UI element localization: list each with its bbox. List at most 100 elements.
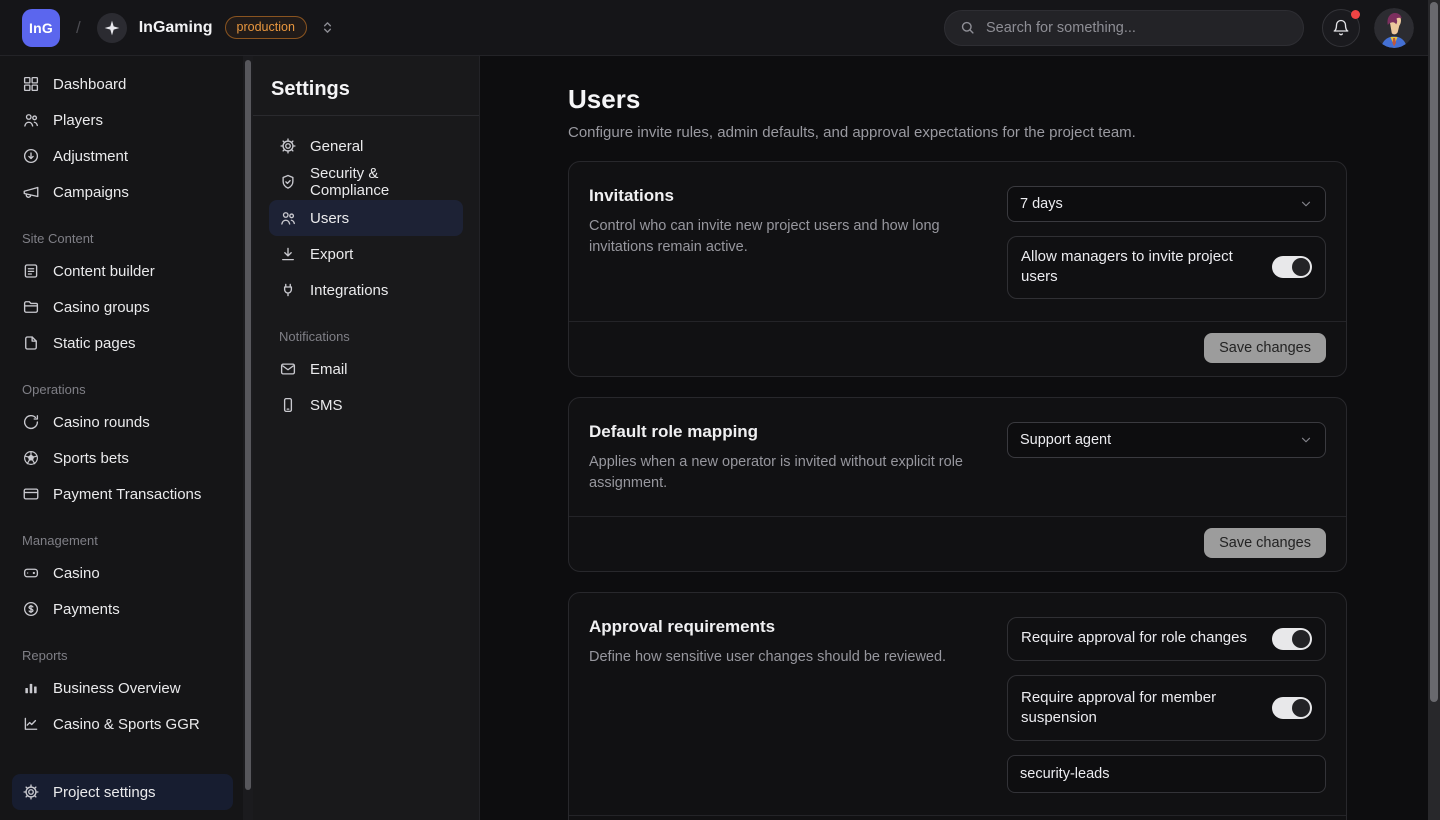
- window-scrollbar-thumb[interactable]: [1430, 2, 1438, 702]
- sidebar-section-site-content: Site Content: [22, 231, 233, 246]
- shield-check-icon: [279, 173, 297, 191]
- default-role-select[interactable]: Support agent: [1007, 422, 1326, 458]
- campaigns-icon: [22, 183, 40, 201]
- main-content: Users Configure invite rules, admin defa…: [480, 56, 1440, 820]
- sidebar-item-label: Adjustment: [53, 148, 128, 165]
- breadcrumb-separator: /: [76, 18, 81, 38]
- settings-item-label: Security & Compliance: [310, 165, 453, 199]
- sidebar-item-casino-rounds[interactable]: Casino rounds: [12, 404, 233, 440]
- default-role-value: Support agent: [1020, 432, 1111, 448]
- sidebar-item-payment-transactions[interactable]: Payment Transactions: [12, 476, 233, 512]
- sidebar-item-players[interactable]: Players: [12, 102, 233, 138]
- sidebar-scrollbar-thumb[interactable]: [245, 60, 251, 790]
- user-avatar[interactable]: [1374, 8, 1414, 48]
- notifications-button[interactable]: [1322, 9, 1360, 47]
- sidebar-item-casino[interactable]: Casino: [12, 555, 233, 591]
- sidebar-scrollbar-track[interactable]: [243, 56, 253, 820]
- invite-expiry-value: 7 days: [1020, 196, 1063, 212]
- sidebar-item-sports-bets[interactable]: Sports bets: [12, 440, 233, 476]
- content-builder-icon: [22, 262, 40, 280]
- casino-icon: [22, 564, 40, 582]
- settings-section-notifications: Notifications: [279, 329, 463, 344]
- approver-group-input[interactable]: [1007, 755, 1326, 793]
- default-role-card: Default role mapping Applies when a new …: [568, 397, 1347, 572]
- project-switcher-button[interactable]: [319, 19, 336, 36]
- settings-item-integrations[interactable]: Integrations: [269, 272, 463, 308]
- settings-item-label: Export: [310, 246, 353, 263]
- adjustment-icon: [22, 147, 40, 165]
- toggle-knob: [1292, 258, 1310, 276]
- managers-invite-label: Allow managers to invite project users: [1021, 247, 1258, 288]
- member-suspension-approval-toggle[interactable]: [1272, 697, 1312, 719]
- sidebar-section-operations: Operations: [22, 382, 233, 397]
- save-changes-button[interactable]: Save changes: [1204, 333, 1326, 363]
- sidebar-item-content-builder[interactable]: Content builder: [12, 253, 233, 289]
- save-changes-button[interactable]: Save changes: [1204, 528, 1326, 558]
- sidebar-item-label: Project settings: [53, 784, 156, 801]
- page-subtitle: Configure invite rules, admin defaults, …: [568, 124, 1347, 141]
- sidebar-spacer: [12, 742, 233, 774]
- sidebar-item-casino-groups[interactable]: Casino groups: [12, 289, 233, 325]
- user-avatar-illustration: [1374, 8, 1414, 48]
- settings-item-export[interactable]: Export: [269, 236, 463, 272]
- settings-item-security-compliance[interactable]: Security & Compliance: [269, 164, 463, 200]
- project-avatar[interactable]: [97, 13, 127, 43]
- sidebar-item-business-overview[interactable]: Business Overview: [12, 670, 233, 706]
- sidebar-item-label: Dashboard: [53, 76, 126, 93]
- sidebar-item-label: Content builder: [53, 263, 155, 280]
- chevron-down-icon: [1299, 197, 1313, 211]
- users-icon: [279, 209, 297, 227]
- settings-item-general[interactable]: General: [269, 128, 463, 164]
- member-suspension-approval-row: Require approval for member suspension: [1007, 675, 1326, 742]
- search-input[interactable]: [986, 20, 1289, 36]
- app-logo-text: InG: [29, 20, 53, 36]
- managers-invite-toggle[interactable]: [1272, 256, 1312, 278]
- smartphone-icon: [279, 396, 297, 414]
- role-changes-approval-toggle[interactable]: [1272, 628, 1312, 650]
- sidebar-item-label: Business Overview: [53, 680, 181, 697]
- download-icon: [279, 245, 297, 263]
- business-overview-icon: [22, 679, 40, 697]
- ggr-icon: [22, 715, 40, 733]
- toggle-knob: [1292, 699, 1310, 717]
- sidebar-item-dashboard[interactable]: Dashboard: [12, 66, 233, 102]
- sidebar-item-label: Casino groups: [53, 299, 150, 316]
- sidebar-item-adjustment[interactable]: Adjustment: [12, 138, 233, 174]
- approval-requirements-card: Approval requirements Define how sensiti…: [568, 592, 1347, 820]
- settings-subnav: Settings General Security & Compliance U…: [253, 56, 480, 820]
- invitations-card-description: Control who can invite new project users…: [589, 216, 967, 258]
- sidebar-item-label: Casino rounds: [53, 414, 150, 431]
- search-icon: [959, 19, 976, 36]
- sidebar-item-payments[interactable]: Payments: [12, 591, 233, 627]
- sidebar-item-project-settings[interactable]: Project settings: [12, 774, 233, 810]
- sidebar-item-static-pages[interactable]: Static pages: [12, 325, 233, 361]
- default-role-card-title: Default role mapping: [589, 422, 967, 442]
- window-scrollbar-track[interactable]: [1428, 0, 1440, 820]
- settings-item-label: SMS: [310, 397, 343, 414]
- approval-card-description: Define how sensitive user changes should…: [589, 647, 967, 668]
- sidebar-item-casino-sports-ggr[interactable]: Casino & Sports GGR: [12, 706, 233, 742]
- invitations-card-title: Invitations: [589, 186, 967, 206]
- toggle-knob: [1292, 630, 1310, 648]
- settings-item-sms[interactable]: SMS: [269, 387, 463, 423]
- settings-item-users[interactable]: Users: [269, 200, 463, 236]
- payment-transactions-icon: [22, 485, 40, 503]
- casino-rounds-icon: [22, 413, 40, 431]
- gear-icon: [22, 783, 40, 801]
- bell-icon: [1332, 19, 1350, 37]
- settings-item-email[interactable]: Email: [269, 351, 463, 387]
- dashboard-icon: [22, 75, 40, 93]
- settings-title: Settings: [271, 78, 463, 101]
- chevron-down-icon: [1299, 433, 1313, 447]
- app-header: InG / InGaming production: [0, 0, 1440, 56]
- sparkle-icon: [102, 18, 122, 38]
- gear-icon: [279, 137, 297, 155]
- settings-item-label: Integrations: [310, 282, 388, 299]
- invite-expiry-select[interactable]: 7 days: [1007, 186, 1326, 222]
- notification-dot: [1351, 10, 1360, 19]
- sidebar-item-label: Casino & Sports GGR: [53, 716, 200, 733]
- sidebar-item-campaigns[interactable]: Campaigns: [12, 174, 233, 210]
- app-logo[interactable]: InG: [22, 9, 60, 47]
- payments-icon: [22, 600, 40, 618]
- approval-card-title: Approval requirements: [589, 617, 967, 637]
